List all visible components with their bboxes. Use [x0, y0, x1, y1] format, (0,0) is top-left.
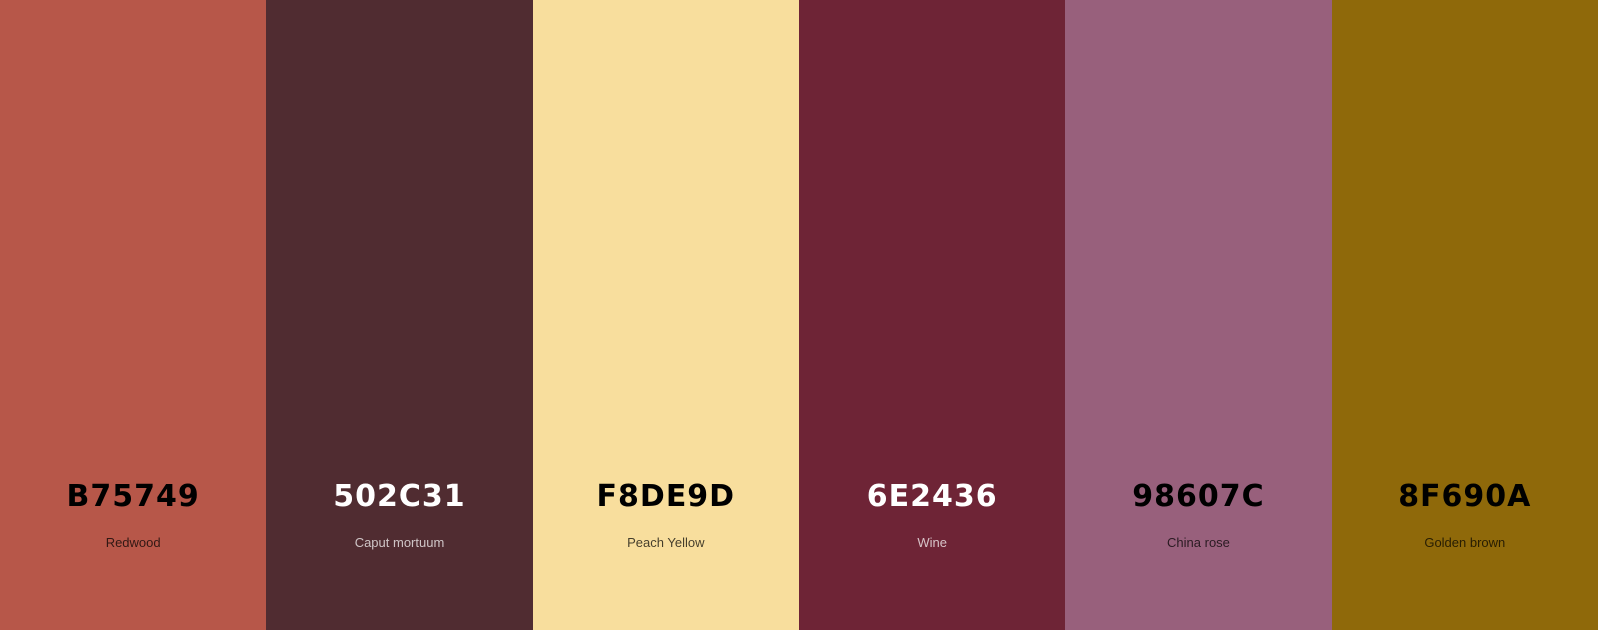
color-swatch-golden-brown[interactable]: 8F690A Golden brown: [1331, 0, 1598, 630]
swatch-color-name: Golden brown: [1424, 535, 1506, 550]
swatch-color-name: Wine: [917, 535, 947, 550]
color-swatch-peach-yellow[interactable]: F8DE9D Peach Yellow: [532, 0, 799, 630]
swatch-hex-code[interactable]: 6E2436: [799, 478, 1065, 516]
color-swatch-wine[interactable]: 6E2436 Wine: [798, 0, 1066, 630]
swatch-hex-code[interactable]: B75749: [0, 478, 266, 516]
swatch-hex-code[interactable]: 8F690A: [1332, 478, 1598, 516]
swatch-color-name: Peach Yellow: [627, 535, 705, 550]
swatch-color-name: China rose: [1167, 535, 1230, 550]
color-swatch-caput-mortuum[interactable]: 502C31 Caput mortuum: [266, 0, 533, 630]
swatch-hex-code[interactable]: 98607C: [1065, 478, 1331, 516]
color-swatch-china-rose[interactable]: 98607C China rose: [1065, 0, 1332, 630]
color-palette: B75749 Redwood 502C31 Caput mortuum F8DE…: [0, 0, 1598, 630]
swatch-color-name: Caput mortuum: [354, 535, 445, 550]
swatch-hex-code[interactable]: 502C31: [266, 478, 532, 516]
color-swatch-redwood[interactable]: B75749 Redwood: [0, 0, 267, 630]
swatch-color-name: Redwood: [105, 535, 161, 550]
swatch-hex-code[interactable]: F8DE9D: [533, 478, 799, 516]
